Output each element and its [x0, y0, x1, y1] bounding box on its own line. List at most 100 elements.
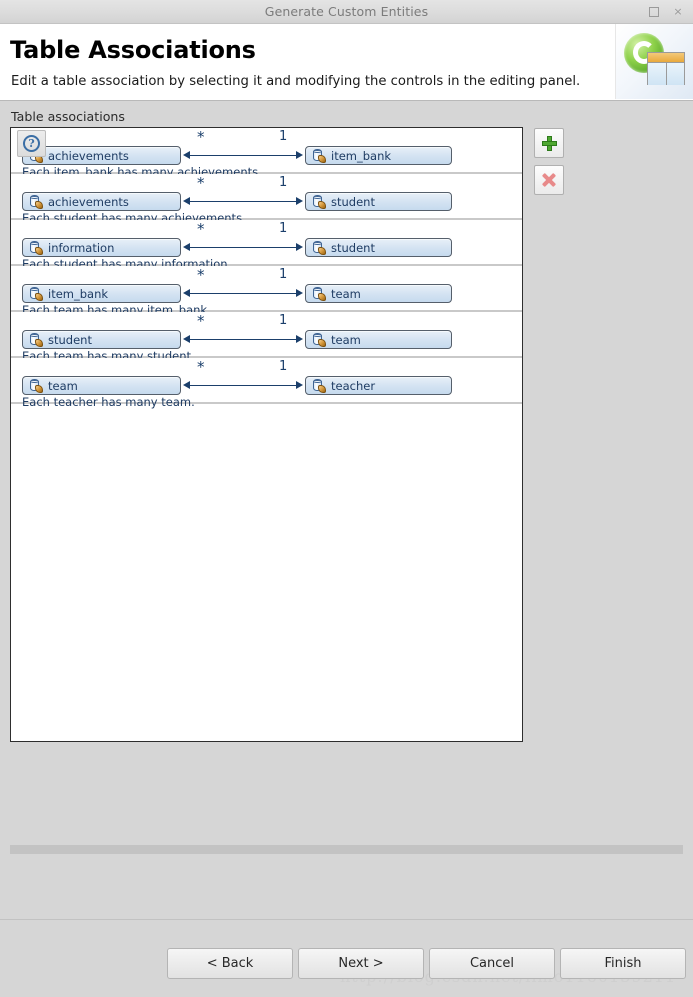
left-entity-box[interactable]: achievements — [22, 192, 181, 211]
maximize-icon — [649, 6, 659, 17]
database-table-icon — [29, 195, 43, 209]
table-icon-column — [667, 63, 685, 85]
wizard-header: Table Associations Edit a table associat… — [0, 24, 693, 101]
left-entity-label: team — [48, 378, 78, 393]
association-toolbar — [534, 128, 564, 202]
left-entity-box[interactable]: student — [22, 330, 181, 349]
left-entity-label: information — [48, 240, 115, 255]
database-table-icon — [312, 149, 326, 163]
horizontal-scrollbar[interactable] — [10, 845, 683, 854]
database-table-icon — [29, 333, 43, 347]
database-table-icon — [312, 333, 326, 347]
table-icon-column — [648, 63, 667, 85]
left-multiplicity: * — [197, 358, 205, 376]
arrow-head-right-icon — [296, 381, 303, 389]
table-icon-header — [648, 53, 684, 63]
association-arrow-line — [188, 385, 299, 386]
finish-button[interactable]: Finish — [560, 948, 686, 979]
help-icon: ? — [23, 135, 40, 152]
cancel-button[interactable]: Cancel — [429, 948, 555, 979]
left-entity-box[interactable]: team — [22, 376, 181, 395]
header-banner-image — [615, 24, 693, 99]
arrow-head-left-icon — [183, 151, 190, 159]
left-entity-label: achievements — [48, 194, 129, 209]
left-entity-box[interactable]: item_bank — [22, 284, 181, 303]
association-row[interactable]: * 1 achievements student Each student has ma… — [11, 174, 522, 225]
database-table-icon — [312, 195, 326, 209]
right-entity-label: student — [331, 240, 375, 255]
arrow-head-right-icon — [296, 289, 303, 297]
right-entity-label: team — [331, 332, 361, 347]
page-description: Edit a table association by selecting it… — [11, 74, 581, 89]
database-table-icon — [312, 379, 326, 393]
association-row[interactable]: * 1 item_bank team Each team has many item_b… — [11, 266, 522, 317]
navigation-buttons: < Back Next > Cancel Finish — [167, 948, 686, 979]
arrow-head-left-icon — [183, 197, 190, 205]
database-table-icon — [312, 241, 326, 255]
associations-list[interactable]: * 1 achievements item_bank Each item_bank ha… — [10, 127, 523, 742]
left-multiplicity: * — [197, 312, 205, 330]
right-entity-box[interactable]: teacher — [305, 376, 452, 395]
database-table-icon — [29, 287, 43, 301]
arrow-head-left-icon — [183, 289, 190, 297]
table-associations-label: Table associations — [11, 109, 125, 124]
close-icon: × — [673, 5, 683, 18]
left-entity-label: student — [48, 332, 92, 347]
right-entity-box[interactable]: student — [305, 192, 452, 211]
window-titlebar: Generate Custom Entities × — [0, 0, 693, 24]
cross-icon — [542, 173, 556, 187]
right-entity-label: team — [331, 286, 361, 301]
window-title: Generate Custom Entities — [264, 4, 429, 19]
left-multiplicity: * — [197, 220, 205, 238]
association-arrow-line — [188, 247, 299, 248]
add-association-button[interactable] — [534, 128, 564, 158]
right-multiplicity: 1 — [279, 267, 288, 282]
association-description: Each teacher has many team. — [22, 395, 195, 409]
help-button[interactable]: ? — [17, 130, 46, 157]
association-row[interactable]: * 1 information student Each student has man… — [11, 220, 522, 271]
right-multiplicity: 1 — [279, 175, 288, 190]
association-row[interactable]: * 1 student team Each team has many student. — [11, 312, 522, 363]
arrow-head-left-icon — [183, 335, 190, 343]
association-arrow-line — [188, 201, 299, 202]
left-multiplicity: * — [197, 266, 205, 284]
maximize-button[interactable] — [643, 2, 665, 21]
database-table-icon — [312, 287, 326, 301]
association-arrow-line — [188, 155, 299, 156]
window-controls: × — [643, 0, 689, 23]
right-entity-label: student — [331, 194, 375, 209]
arrow-head-right-icon — [296, 243, 303, 251]
right-multiplicity: 1 — [279, 129, 288, 144]
arrow-head-right-icon — [296, 197, 303, 205]
remove-association-button[interactable] — [534, 165, 564, 195]
right-multiplicity: 1 — [279, 313, 288, 328]
arrow-head-left-icon — [183, 243, 190, 251]
right-multiplicity: 1 — [279, 359, 288, 374]
database-table-icon — [29, 241, 43, 255]
table-icon-body — [648, 63, 684, 85]
right-multiplicity: 1 — [279, 221, 288, 236]
arrow-head-right-icon — [296, 151, 303, 159]
horizontal-scrollbar-thumb[interactable] — [10, 845, 683, 854]
plus-icon — [541, 135, 557, 151]
close-button[interactable]: × — [667, 2, 689, 21]
next-button[interactable]: Next > — [298, 948, 424, 979]
right-entity-box[interactable]: student — [305, 238, 452, 257]
association-row[interactable]: * 1 team teacher Each teacher has many team. — [11, 358, 522, 409]
back-button[interactable]: < Back — [167, 948, 293, 979]
right-entity-label: teacher — [331, 378, 376, 393]
left-entity-box[interactable]: information — [22, 238, 181, 257]
right-entity-label: item_bank — [331, 148, 392, 163]
arrow-head-left-icon — [183, 381, 190, 389]
database-table-icon — [29, 379, 43, 393]
main-content: Table associations * 1 achievements item_ba… — [0, 101, 693, 997]
page-title: Table Associations — [10, 36, 256, 64]
right-entity-box[interactable]: team — [305, 330, 452, 349]
association-arrow-line — [188, 293, 299, 294]
right-entity-box[interactable]: team — [305, 284, 452, 303]
arrow-head-right-icon — [296, 335, 303, 343]
right-entity-box[interactable]: item_bank — [305, 146, 452, 165]
association-row[interactable]: * 1 achievements item_bank Each item_bank ha… — [11, 128, 522, 179]
table-icon — [647, 52, 685, 85]
left-multiplicity: * — [197, 128, 205, 146]
